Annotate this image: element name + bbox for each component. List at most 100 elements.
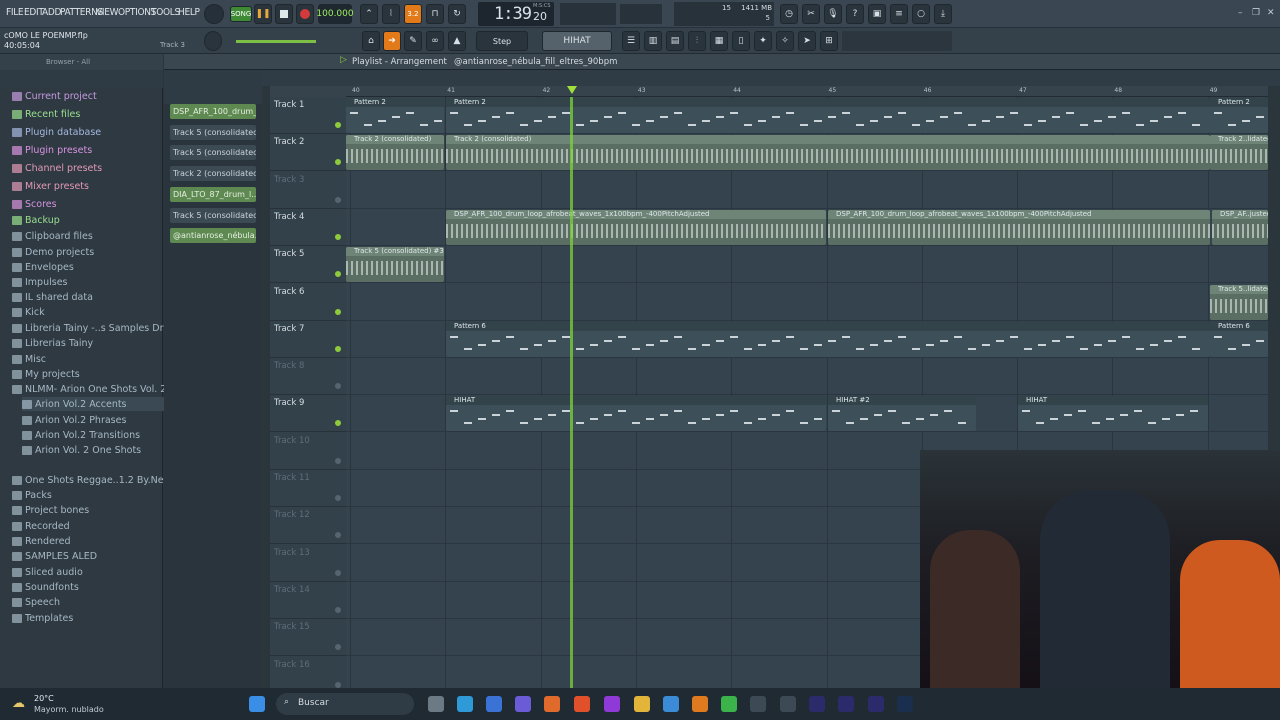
track-mute-led[interactable] <box>335 644 341 651</box>
track-header[interactable]: Track 4 <box>270 209 346 246</box>
browser-item[interactable]: Arion Vol. 2 One Shots <box>22 443 141 457</box>
audio-clip[interactable]: DSP_AF..justed <box>1212 209 1268 245</box>
audio-clip[interactable]: Track 5..lidated) <box>1210 284 1268 320</box>
browser-item[interactable]: Soundfonts <box>12 580 79 594</box>
close-icon[interactable]: ✕ <box>1267 8 1275 18</box>
pattern-clip[interactable]: Pattern 2 <box>346 98 444 133</box>
track-header[interactable]: Track 1 <box>270 97 346 134</box>
browser-item[interactable]: Plugin presets <box>12 143 92 157</box>
track-mute-led[interactable] <box>335 196 341 203</box>
channel-button[interactable]: DIA_LTO_87_drum_l... <box>170 186 256 202</box>
browser-item[interactable]: NLMM- Arion One Shots Vol. 2 <box>12 382 166 396</box>
pointer-button[interactable]: ➤ <box>798 31 816 51</box>
timeline-ruler[interactable]: 40 41 42 43 44 45 46 47 48 49 <box>346 86 1268 97</box>
track-mute-led[interactable] <box>335 159 341 166</box>
track-mute-led[interactable] <box>335 383 341 390</box>
track-header[interactable]: Track 14 <box>270 582 346 619</box>
browser-item[interactable]: Current project <box>12 89 97 103</box>
plugin-picker-button[interactable]: ▯ <box>732 31 750 51</box>
playhead-marker[interactable] <box>567 86 577 94</box>
start-icon[interactable] <box>249 696 265 712</box>
channel-button[interactable]: DSP_AFR_100_drum_ <box>170 104 256 119</box>
draw-button[interactable]: ✎ <box>404 31 422 51</box>
browser-item[interactable]: Arion Vol.2 Transitions <box>22 428 140 442</box>
track-header[interactable]: Track 2 <box>270 134 346 172</box>
pattern-clip[interactable]: HIHAT <box>1018 396 1208 432</box>
store-icon[interactable] <box>486 696 502 712</box>
chat-button[interactable]: ○ <box>912 4 930 24</box>
track-mute-led[interactable] <box>335 532 341 539</box>
track-header[interactable]: Track 3 <box>270 172 346 209</box>
photoshop-icon[interactable] <box>897 696 913 712</box>
menu-add[interactable]: ADD <box>42 7 61 18</box>
browser-button[interactable]: ▦ <box>710 31 728 51</box>
touch-keyboard-button[interactable]: ✦ <box>754 31 772 51</box>
channel-button[interactable]: Track 5 (consolidated) <box>170 124 256 140</box>
pattern-clip[interactable]: Pattern 2 <box>446 98 1210 133</box>
chrome-icon[interactable] <box>721 696 737 712</box>
track-row[interactable] <box>346 358 1268 396</box>
pattern-clip[interactable]: Pattern 2 <box>1210 98 1268 133</box>
twitch-icon[interactable] <box>604 696 620 712</box>
snap-select[interactable]: Step <box>476 31 528 51</box>
browser-item[interactable]: Impulses <box>12 275 68 289</box>
master-pitch-slider[interactable] <box>236 40 316 43</box>
browser-item[interactable]: Rendered <box>12 534 71 548</box>
channel-button[interactable]: Track 5 (consolidated... <box>170 207 256 223</box>
menu-edit[interactable]: EDIT <box>24 7 44 18</box>
piano-roll-button[interactable]: ▥ <box>644 31 662 51</box>
track-header[interactable]: Track 10 <box>270 433 346 470</box>
song-mode-button[interactable]: SONG <box>230 6 252 22</box>
mixer-button[interactable]: ≡ <box>890 4 908 24</box>
recent-projects-button[interactable]: ◷ <box>780 4 798 24</box>
edge-icon[interactable] <box>457 696 473 712</box>
audio-clip[interactable]: Track 2 (consolidated) <box>346 135 444 171</box>
wait-button[interactable]: ⦚ <box>382 4 400 24</box>
browser-item[interactable]: Demo projects <box>12 245 94 259</box>
after-effects-icon[interactable] <box>838 696 854 712</box>
firefox-icon[interactable] <box>544 696 560 712</box>
track-header[interactable]: Track 12 <box>270 507 346 545</box>
restore-icon[interactable]: ❐ <box>1252 8 1260 18</box>
menu-view[interactable]: VIEW <box>96 7 118 18</box>
track-header[interactable]: Track 11 <box>270 470 346 507</box>
track-header[interactable]: Track 13 <box>270 545 346 582</box>
playlist-play-icon[interactable]: ▷ <box>340 55 347 65</box>
link-button[interactable]: ∞ <box>426 31 444 51</box>
browser-item[interactable]: Clipboard files <box>12 229 93 243</box>
track-header[interactable]: Track 7 <box>270 321 346 358</box>
browser-item[interactable]: Channel presets <box>12 161 102 175</box>
brave-icon[interactable] <box>574 696 590 712</box>
browser-item[interactable]: Sliced audio <box>12 565 83 579</box>
stamp-button[interactable]: ▲ <box>448 31 466 51</box>
browser-item[interactable]: IL shared data <box>12 290 93 304</box>
download-button[interactable]: ⤓ <box>934 4 952 24</box>
pattern-clip[interactable]: HIHAT <box>446 396 826 432</box>
snap-button[interactable]: ⌂ <box>362 31 380 51</box>
channel-button[interactable]: Track 2 (consolidated) <box>170 166 256 182</box>
playlist-window-button[interactable]: ☰ <box>622 31 640 51</box>
pattern-clip[interactable]: HIHAT #2 <box>828 396 976 432</box>
menu-help[interactable]: HELP <box>178 7 200 18</box>
media-encoder-icon[interactable] <box>868 696 884 712</box>
track-header[interactable]: Track 6 <box>270 284 346 321</box>
loop-record-button[interactable]: ↻ <box>448 4 466 24</box>
minimize-icon[interactable]: – <box>1238 8 1243 18</box>
teams-icon[interactable] <box>515 696 531 712</box>
browser-item[interactable]: Backup <box>12 213 60 227</box>
audio-clip[interactable]: Track 2 (consolidated) <box>446 135 1210 171</box>
track-mute-led[interactable] <box>335 420 341 427</box>
menu-tools[interactable]: TOOLS <box>151 7 180 18</box>
channel-button[interactable]: @antianrose_nébula... <box>170 228 256 244</box>
browser-item[interactable]: Templates <box>12 611 73 625</box>
track-mute-led[interactable] <box>335 345 341 352</box>
browser-item[interactable]: Misc <box>12 352 46 366</box>
pitch-knob[interactable] <box>204 31 222 51</box>
pattern-clip[interactable]: Pattern 6 <box>1210 321 1268 357</box>
channel-rack-button[interactable]: ▤ <box>666 31 684 51</box>
app-icon[interactable] <box>663 696 679 712</box>
browser-item[interactable]: Packs <box>12 488 52 502</box>
premiere-icon[interactable] <box>809 696 825 712</box>
track-mute-led[interactable] <box>335 569 341 576</box>
browser-item[interactable]: SAMPLES ALED <box>12 549 97 563</box>
